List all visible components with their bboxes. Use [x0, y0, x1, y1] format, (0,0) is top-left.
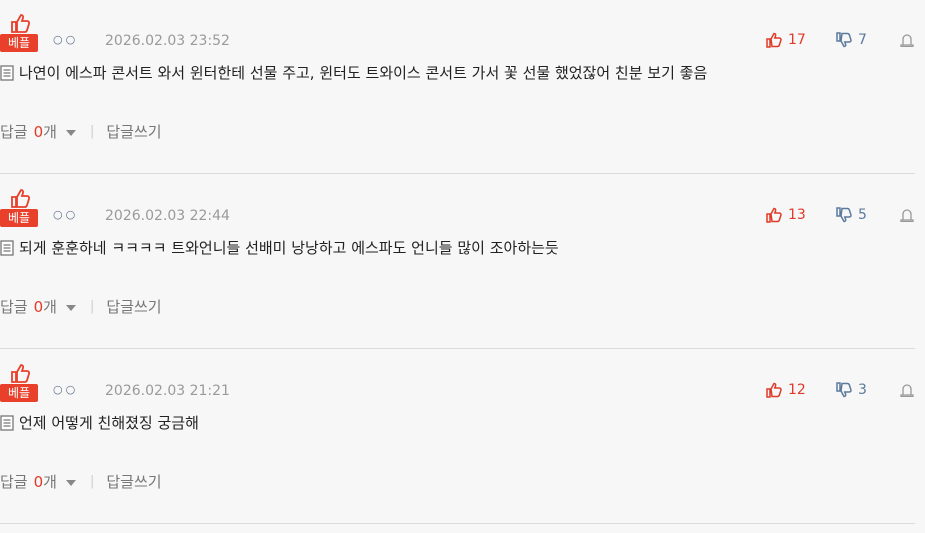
dislike-button[interactable]: 3: [836, 382, 867, 398]
comment-content: 나연이 에스파 콘서트 와서 윈터한테 선물 주고, 윈터도 트와이스 콘서트 …: [0, 62, 707, 83]
reply-count: 0: [33, 122, 44, 141]
like-button[interactable]: 12: [766, 382, 806, 398]
divider: |: [89, 124, 95, 139]
like-count: 13: [788, 207, 806, 223]
comment-actions: 답글 0 개 | 답글쓰기: [0, 471, 162, 492]
dislike-button[interactable]: 5: [836, 207, 867, 223]
dislike-count: 7: [858, 32, 867, 48]
best-comment-badge: 베플: [0, 12, 38, 52]
reply-toggle[interactable]: 답글 0 개: [0, 121, 76, 142]
best-label: 베플: [0, 209, 38, 227]
reply-unit: 개: [43, 473, 57, 491]
thumbs-up-icon: [11, 364, 31, 383]
thumbs-down-icon: [836, 32, 852, 48]
username-masked: ○○: [53, 208, 79, 221]
comment-item: 베플 ○○ 2026.02.03 21:21 12 3 언제 어떻게 친해졌징 …: [0, 350, 915, 524]
best-comment-badge: 베플: [0, 187, 38, 227]
write-reply-link[interactable]: 답글쓰기: [106, 296, 161, 317]
comment-timestamp: 2026.02.03 23:52: [105, 33, 230, 49]
report-icon[interactable]: [900, 383, 914, 397]
comment-text: 언제 어떻게 친해졌징 궁금해: [19, 414, 199, 432]
thumbs-up-icon: [11, 14, 31, 33]
document-icon: [0, 239, 14, 256]
like-button[interactable]: 17: [766, 32, 806, 48]
reply-label: 답글: [0, 123, 28, 141]
thumbs-up-icon: [766, 382, 782, 398]
username-masked: ○○: [53, 383, 79, 396]
best-label: 베플: [0, 384, 38, 402]
divider: |: [89, 299, 95, 314]
comment-actions: 답글 0 개 | 답글쓰기: [0, 121, 162, 142]
comment-actions: 답글 0 개 | 답글쓰기: [0, 296, 162, 317]
dislike-button[interactable]: 7: [836, 32, 867, 48]
reply-count: 0: [33, 297, 44, 316]
comment-text: 되게 훈훈하네 ㅋㅋㅋㅋ 트와언니들 선배미 낭낭하고 에스파도 언니들 많이 …: [19, 239, 559, 257]
comment-item: 베플 ○○ 2026.02.03 23:52 17 7 나연이 에스파 콘서트 …: [0, 0, 915, 174]
chevron-down-icon[interactable]: [65, 480, 76, 486]
comment-timestamp: 2026.02.03 21:21: [105, 383, 230, 399]
reply-unit: 개: [43, 123, 57, 141]
reply-toggle[interactable]: 답글 0 개: [0, 296, 76, 317]
dislike-count: 3: [858, 382, 867, 398]
write-reply-link[interactable]: 답글쓰기: [106, 471, 161, 492]
reply-toggle[interactable]: 답글 0 개: [0, 471, 76, 492]
thumbs-down-icon: [836, 382, 852, 398]
comment-text: 나연이 에스파 콘서트 와서 윈터한테 선물 주고, 윈터도 트와이스 콘서트 …: [19, 64, 708, 82]
chevron-down-icon[interactable]: [65, 305, 76, 311]
document-icon: [0, 414, 14, 431]
document-icon: [0, 64, 14, 81]
comment-item: 베플 ○○ 2026.02.03 22:44 13 5 되게 훈훈하네 ㅋㅋㅋㅋ…: [0, 175, 915, 349]
best-comment-badge: 베플: [0, 362, 38, 402]
comment-content: 언제 어떻게 친해졌징 궁금해: [0, 412, 199, 433]
thumbs-up-icon: [11, 189, 31, 208]
write-reply-link[interactable]: 답글쓰기: [106, 121, 161, 142]
username-masked: ○○: [53, 33, 79, 46]
report-icon[interactable]: [900, 33, 914, 47]
reply-unit: 개: [43, 298, 57, 316]
comment-timestamp: 2026.02.03 22:44: [105, 208, 230, 224]
dislike-count: 5: [858, 207, 867, 223]
divider: |: [89, 474, 95, 489]
comment-content: 되게 훈훈하네 ㅋㅋㅋㅋ 트와언니들 선배미 낭낭하고 에스파도 언니들 많이 …: [0, 237, 559, 258]
reply-label: 답글: [0, 473, 28, 491]
like-count: 12: [788, 382, 806, 398]
reply-label: 답글: [0, 298, 28, 316]
best-label: 베플: [0, 34, 38, 52]
thumbs-down-icon: [836, 207, 852, 223]
like-count: 17: [788, 32, 806, 48]
thumbs-up-icon: [766, 207, 782, 223]
chevron-down-icon[interactable]: [65, 130, 76, 136]
report-icon[interactable]: [900, 208, 914, 222]
like-button[interactable]: 13: [766, 207, 806, 223]
thumbs-up-icon: [766, 32, 782, 48]
reply-count: 0: [33, 472, 44, 491]
